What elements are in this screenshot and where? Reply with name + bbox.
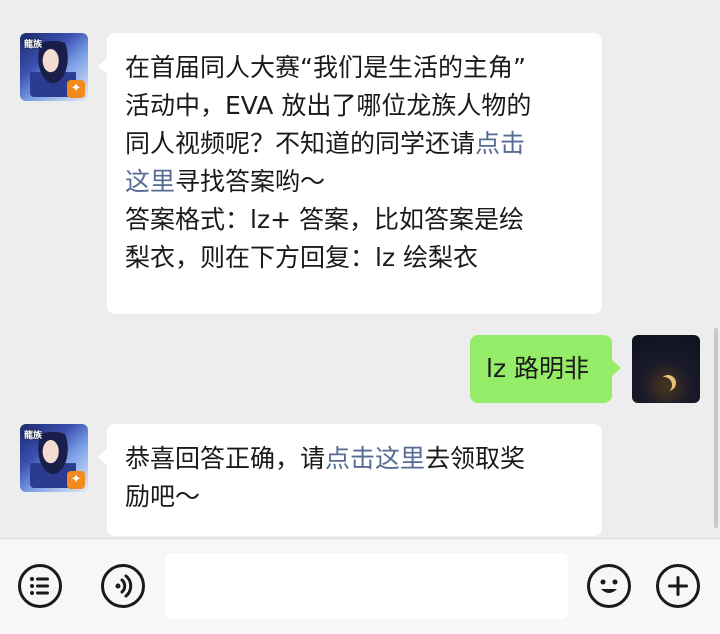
chat-area[interactable]: 龍族 ✦ 在首届同人大赛“我们是生活的主角” 活动中，EVA 放出了哪位龙族人物的…: [0, 0, 720, 538]
list-menu-icon[interactable]: [18, 564, 62, 608]
message-bubble[interactable]: 恭喜回答正确，请点击这里去领取奖励吧～: [98, 424, 602, 536]
message-text: 在首届同人大赛“我们是生活的主角” 活动中，EVA 放出了哪位龙族人物的 同人视频呢…: [125, 49, 584, 277]
message-text-segment: 梨衣，则在下方回复：lz 绘梨衣: [125, 243, 479, 272]
my-message-bubble[interactable]: lz 路明非: [470, 335, 621, 403]
game-logo: 龍族: [24, 431, 43, 441]
game-logo: 龍族: [24, 40, 43, 50]
game-avatar[interactable]: 龍族 ✦: [20, 424, 88, 492]
message-text-segment: 寻找答案哟～: [175, 167, 326, 196]
night-moon-avatar[interactable]: [632, 335, 700, 403]
message-text-segment: 在首届同人大赛“我们是生活的主角”: [125, 53, 526, 82]
message-text-segment: 答案格式：lz+ 答案，比如答案是绘: [125, 205, 524, 234]
input-toolbar: [0, 538, 720, 634]
message-line: 这里寻找答案哟～: [125, 163, 584, 201]
message-line: lz 路明非: [486, 350, 596, 388]
message-text-segment: 活动中，EVA 放出了哪位龙族人物的: [125, 91, 532, 120]
message-text: 恭喜回答正确，请点击这里去领取奖励吧～: [125, 440, 584, 516]
message-link[interactable]: 这里: [125, 167, 175, 196]
message-text-segment: lz 路明非: [486, 354, 590, 383]
message-text-segment: 恭喜回答正确，请: [125, 444, 326, 473]
message-line: 梨衣，则在下方回复：lz 绘梨衣: [125, 239, 584, 277]
game-badge-icon: ✦: [67, 471, 85, 489]
voice-icon[interactable]: [101, 564, 145, 608]
bubble-tail: [611, 359, 621, 377]
game-avatar[interactable]: 龍族 ✦: [20, 33, 88, 101]
bubble-tail: [98, 57, 108, 75]
message-text: lz 路明非: [486, 350, 596, 388]
message-text-segment: 同人视频呢？不知道的同学还请: [125, 129, 476, 158]
message-text-segment: 励吧～: [125, 482, 201, 511]
message-line: 恭喜回答正确，请点击这里去领取奖: [125, 440, 584, 478]
message-line: 在首届同人大赛“我们是生活的主角”: [125, 49, 584, 87]
message-link[interactable]: 点击: [475, 129, 525, 158]
message-line: 同人视频呢？不知道的同学还请点击: [125, 125, 584, 163]
message-input[interactable]: [165, 553, 568, 619]
game-badge-icon: ✦: [67, 80, 85, 98]
add-icon[interactable]: [656, 564, 700, 608]
message-line: 活动中，EVA 放出了哪位龙族人物的: [125, 87, 584, 125]
message-bubble[interactable]: 在首届同人大赛“我们是生活的主角” 活动中，EVA 放出了哪位龙族人物的 同人视频呢…: [98, 33, 602, 314]
message-link[interactable]: 点击这里: [325, 444, 425, 473]
message-line: 励吧～: [125, 478, 584, 516]
message-line: 答案格式：lz+ 答案，比如答案是绘: [125, 201, 584, 239]
moon-icon: [656, 377, 672, 393]
bubble-tail: [98, 448, 108, 466]
emoji-icon[interactable]: [587, 564, 631, 608]
scrollbar[interactable]: [714, 328, 718, 528]
message-text-segment: 去领取奖: [425, 444, 526, 473]
